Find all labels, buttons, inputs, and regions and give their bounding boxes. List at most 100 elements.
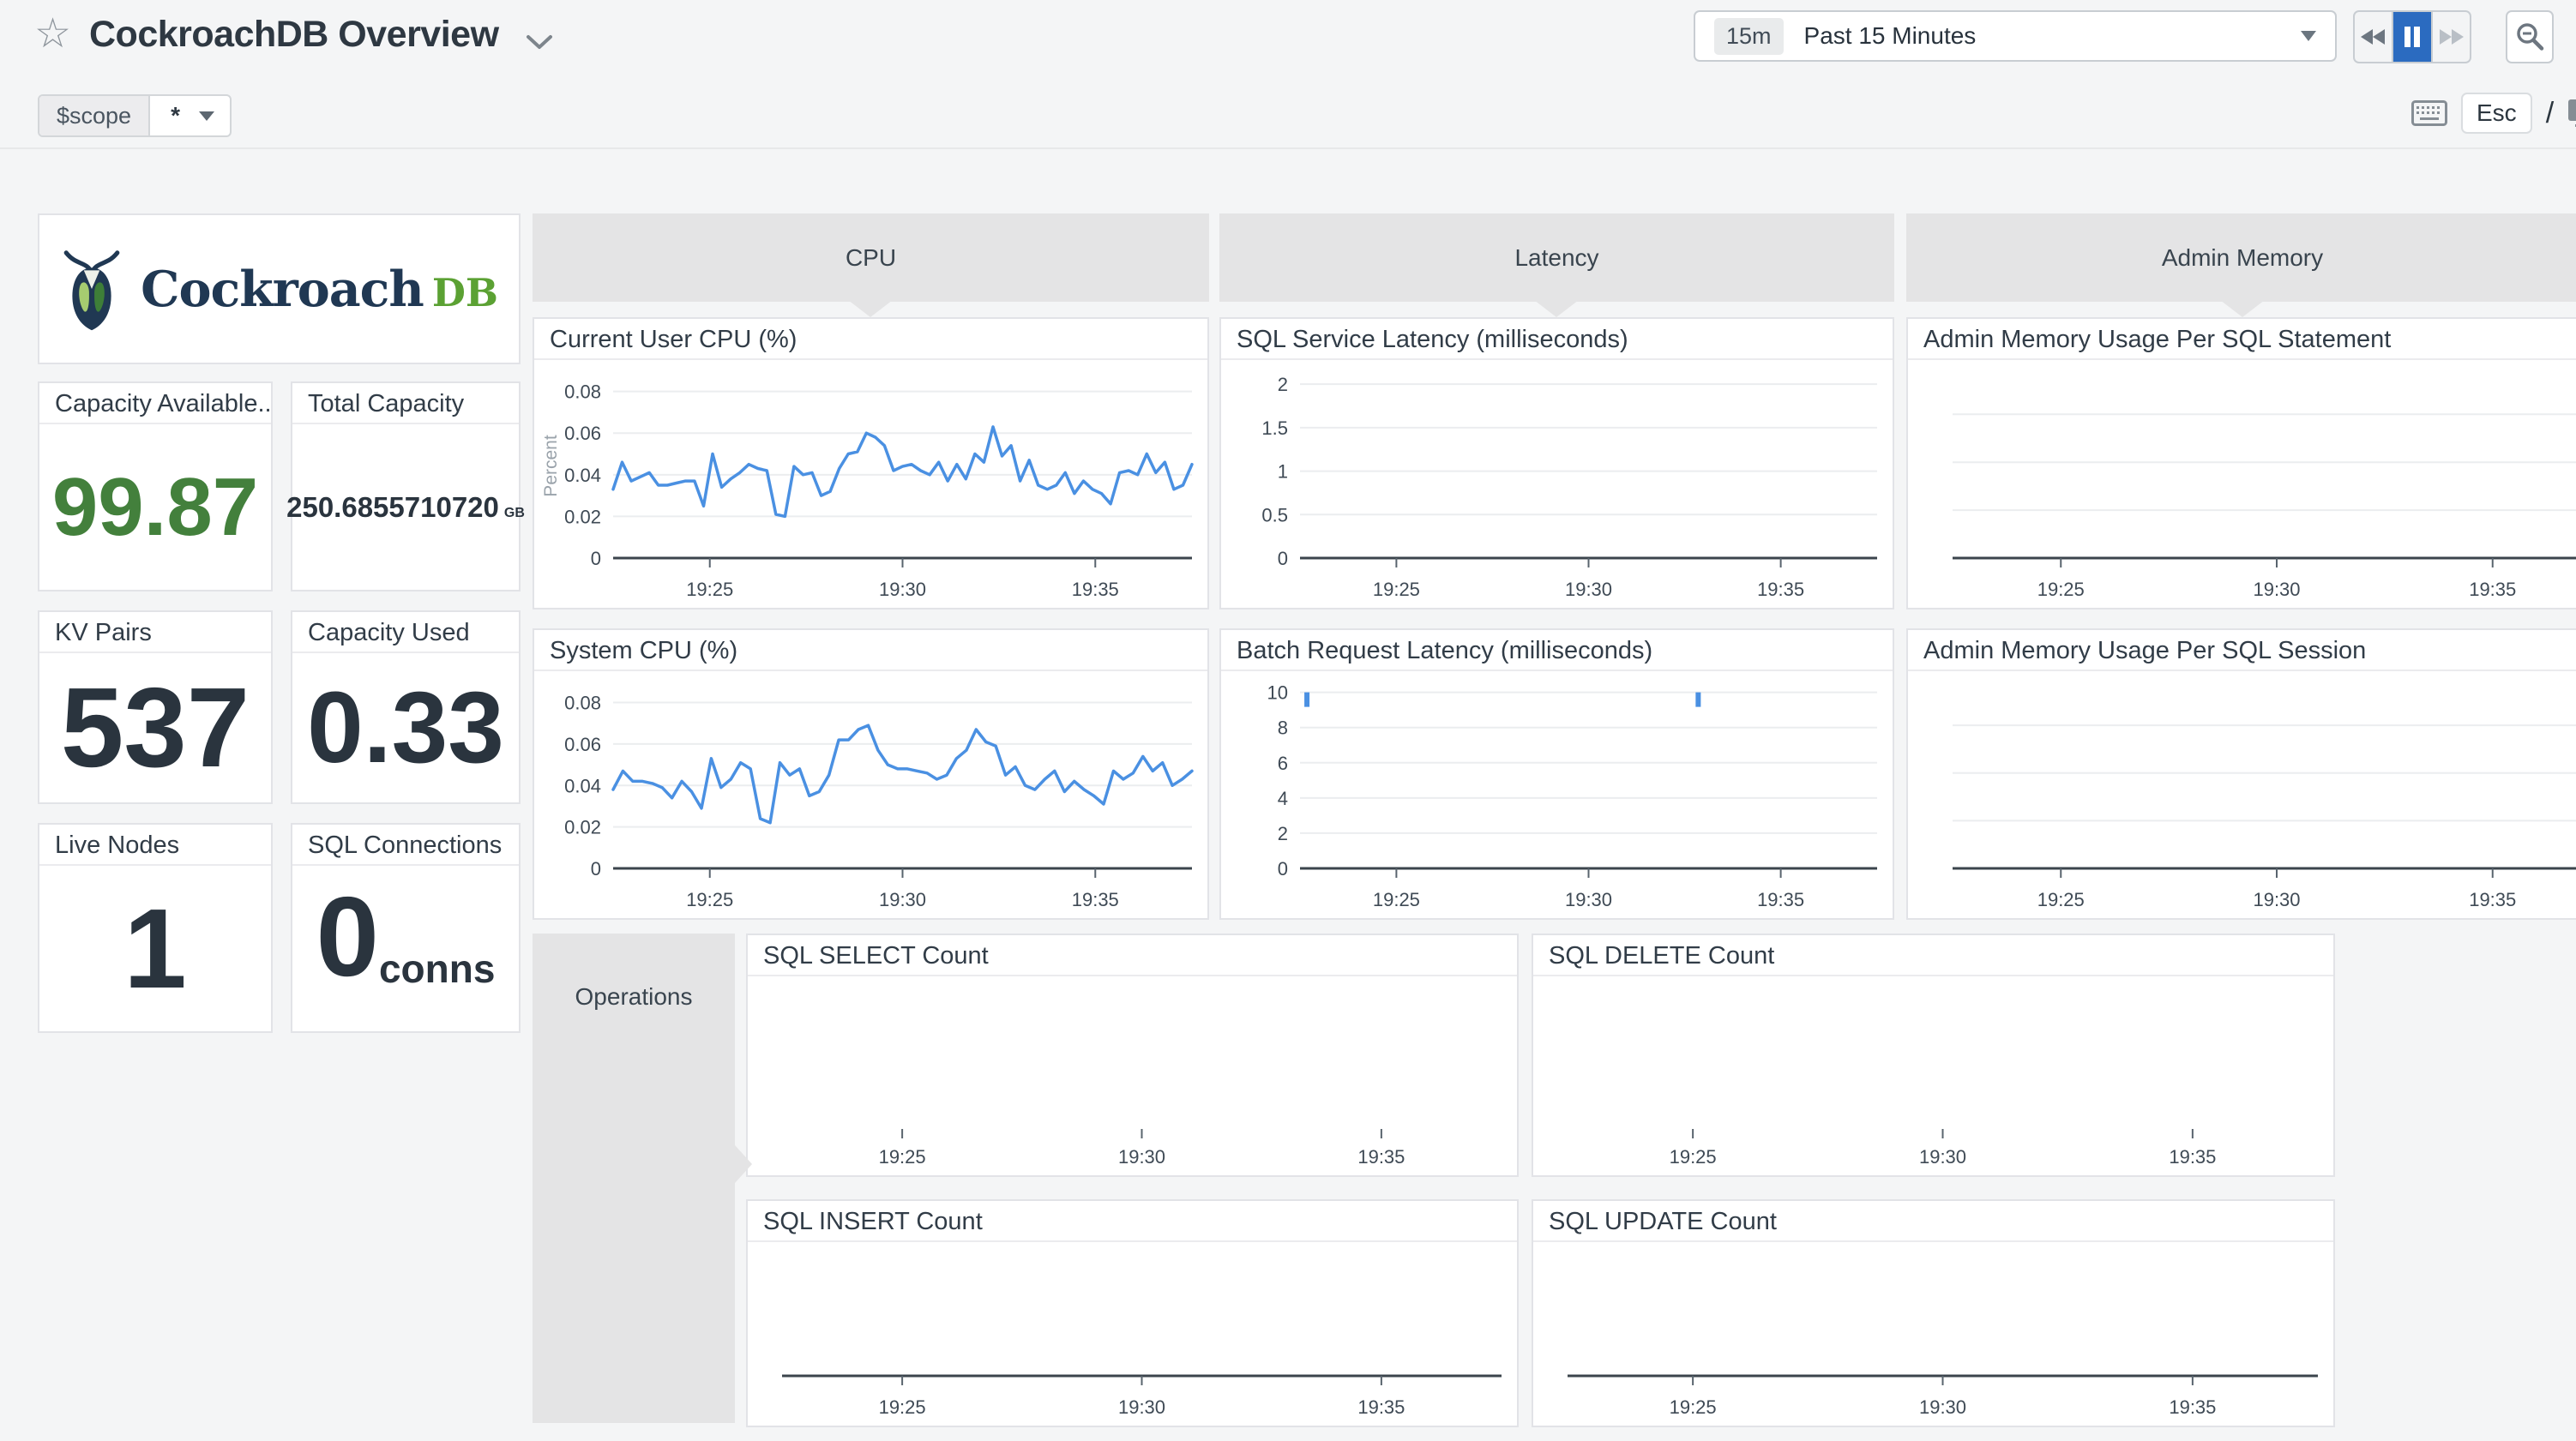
svg-text:0.08: 0.08 [564, 693, 601, 714]
chart-card-admin-memory-statement: Admin Memory Usage Per SQL Statement 19:… [1906, 317, 2576, 609]
stat-unit: GB [504, 507, 525, 520]
template-variable-scope[interactable]: $scope * [38, 94, 232, 137]
stat-title: Capacity Used [292, 612, 519, 653]
time-range-selector[interactable]: 15m Past 15 Minutes [1694, 10, 2337, 62]
chart-title: Admin Memory Usage Per SQL Statement [1908, 319, 2576, 360]
svg-text:19:25: 19:25 [1373, 579, 1420, 600]
svg-text:1.5: 1.5 [1261, 417, 1288, 439]
playback-controls [2353, 10, 2471, 63]
svg-text:19:35: 19:35 [1757, 889, 1804, 910]
chart-card-sql-insert-count: SQL INSERT Count 19:2519:3019:35 [746, 1199, 1519, 1427]
svg-text:4: 4 [1278, 788, 1288, 809]
chart-title: Current User CPU (%) [534, 319, 1207, 360]
group-header-admin-memory[interactable]: Admin Memory [1906, 213, 2576, 302]
title-menu-chevron-down-icon[interactable] [525, 33, 554, 56]
template-variable-value: * [171, 102, 180, 129]
sql-select-count-plot[interactable]: 19:2519:3019:35 [748, 976, 1517, 1175]
svg-text:0.04: 0.04 [564, 465, 601, 486]
svg-text:19:25: 19:25 [686, 579, 733, 600]
latency-group-pointer [1534, 300, 1579, 317]
pause-button[interactable] [2393, 12, 2432, 62]
svg-text:19:35: 19:35 [2469, 579, 2516, 600]
svg-text:19:25: 19:25 [686, 889, 733, 910]
svg-text:19:25: 19:25 [1670, 1146, 1717, 1168]
fast-forward-button[interactable] [2433, 12, 2470, 62]
stat-title: Total Capacity [292, 383, 519, 424]
svg-text:19:35: 19:35 [2169, 1146, 2216, 1168]
sql-insert-count-plot[interactable]: 19:2519:3019:35 [748, 1242, 1517, 1426]
chart-card-admin-memory-session: Admin Memory Usage Per SQL Session 19:25… [1906, 628, 2576, 920]
stat-card-live-nodes[interactable]: Live Nodes 1 [38, 823, 273, 1033]
svg-text:0: 0 [1278, 858, 1288, 880]
svg-text:8: 8 [1278, 717, 1288, 739]
zoom-out-magnifier-icon [2514, 21, 2545, 52]
stat-card-capacity-available[interactable]: Capacity Available... 99.87 [38, 381, 273, 591]
batch-request-latency-plot[interactable]: 024681019:2519:3019:35 [1221, 671, 1893, 918]
page-title: CockroachDB Overview [89, 14, 499, 56]
sql-service-latency-plot[interactable]: 00.511.5219:2519:3019:35 [1221, 360, 1893, 608]
svg-text:19:30: 19:30 [1118, 1396, 1165, 1418]
time-range-caret-down-icon [2301, 31, 2316, 41]
chart-title: System CPU (%) [534, 630, 1207, 671]
svg-text:Percent: Percent [541, 435, 561, 497]
chart-title: SQL UPDATE Count [1533, 1201, 2333, 1242]
stat-card-total-capacity[interactable]: Total Capacity 250.6855710720 GB [291, 381, 521, 591]
svg-text:19:30: 19:30 [1565, 889, 1612, 910]
stat-card-kv-pairs[interactable]: KV Pairs 537 [38, 610, 273, 804]
cpu-group-pointer [848, 300, 893, 317]
svg-text:19:25: 19:25 [879, 1396, 926, 1418]
svg-text:0.02: 0.02 [564, 506, 601, 527]
admin-memory-session-plot[interactable]: 19:2519:3019:35 [1908, 671, 2576, 918]
tv-mode-monitor-icon[interactable] [2567, 99, 2576, 128]
time-range-badge: 15m [1714, 18, 1784, 55]
admin-memory-statement-plot[interactable]: 19:2519:3019:35 [1908, 360, 2576, 608]
stat-card-capacity-used[interactable]: Capacity Used 0.33 [291, 610, 521, 804]
chart-card-system-cpu: System CPU (%) 00.020.040.060.0819:2519:… [533, 628, 1209, 920]
svg-text:19:25: 19:25 [2037, 579, 2085, 600]
svg-text:19:35: 19:35 [1072, 579, 1119, 600]
stat-value: 0 [316, 880, 379, 994]
scope-caret-down-icon [199, 111, 214, 121]
current-user-cpu-plot[interactable]: 00.020.040.060.0819:2519:3019:35Percent [534, 360, 1207, 608]
chart-title: SQL SELECT Count [748, 935, 1517, 976]
svg-text:2: 2 [1278, 823, 1288, 844]
chart-title: SQL DELETE Count [1533, 935, 2333, 976]
chart-card-sql-update-count: SQL UPDATE Count 19:2519:3019:35 [1532, 1199, 2335, 1427]
stat-value: 99.87 [52, 466, 258, 549]
admin-memory-group-pointer [2220, 300, 2265, 317]
keyboard-icon[interactable] [2411, 100, 2447, 126]
stat-title: KV Pairs [39, 612, 271, 653]
operations-group-label: Operations [533, 983, 735, 1011]
zoom-out-button[interactable] [2506, 10, 2554, 63]
chart-title: Admin Memory Usage Per SQL Session [1908, 630, 2576, 671]
svg-text:0.5: 0.5 [1261, 504, 1288, 525]
svg-text:19:25: 19:25 [879, 1146, 926, 1168]
group-header-cpu[interactable]: CPU [533, 213, 1209, 302]
svg-text:2: 2 [1278, 374, 1288, 395]
stat-title: SQL Connections [292, 825, 519, 866]
fast-forward-icon [2436, 27, 2465, 47]
dashboard-screen: ☆ CockroachDB Overview 15m Past 15 Minut… [0, 0, 2576, 1441]
sql-delete-count-plot[interactable]: 19:2519:3019:35 [1533, 976, 2333, 1175]
esc-key-button[interactable]: Esc [2461, 93, 2532, 134]
stat-unit: conns [379, 949, 495, 988]
stat-card-sql-connections[interactable]: SQL Connections 0 conns [291, 823, 521, 1033]
svg-text:19:25: 19:25 [1670, 1396, 1717, 1418]
rewind-button[interactable] [2355, 12, 2393, 62]
svg-text:19:25: 19:25 [2037, 889, 2085, 910]
group-header-operations[interactable]: Operations [533, 934, 735, 1423]
svg-text:6: 6 [1278, 753, 1288, 774]
svg-text:19:30: 19:30 [1565, 579, 1612, 600]
sql-update-count-plot[interactable]: 19:2519:3019:35 [1533, 1242, 2333, 1426]
favorite-star-icon[interactable]: ☆ [34, 14, 71, 55]
cockroachdb-logo-card: CockroachDB [38, 213, 521, 364]
group-header-latency[interactable]: Latency [1219, 213, 1894, 302]
svg-text:19:35: 19:35 [2469, 889, 2516, 910]
stat-value: 537 [61, 671, 250, 784]
svg-text:0.02: 0.02 [564, 817, 601, 838]
chart-card-current-user-cpu: Current User CPU (%) 00.020.040.060.0819… [533, 317, 1209, 609]
svg-text:0.04: 0.04 [564, 775, 601, 796]
svg-text:0.06: 0.06 [564, 423, 601, 444]
system-cpu-plot[interactable]: 00.020.040.060.0819:2519:3019:35 [534, 671, 1207, 918]
stat-title: Live Nodes [39, 825, 271, 866]
